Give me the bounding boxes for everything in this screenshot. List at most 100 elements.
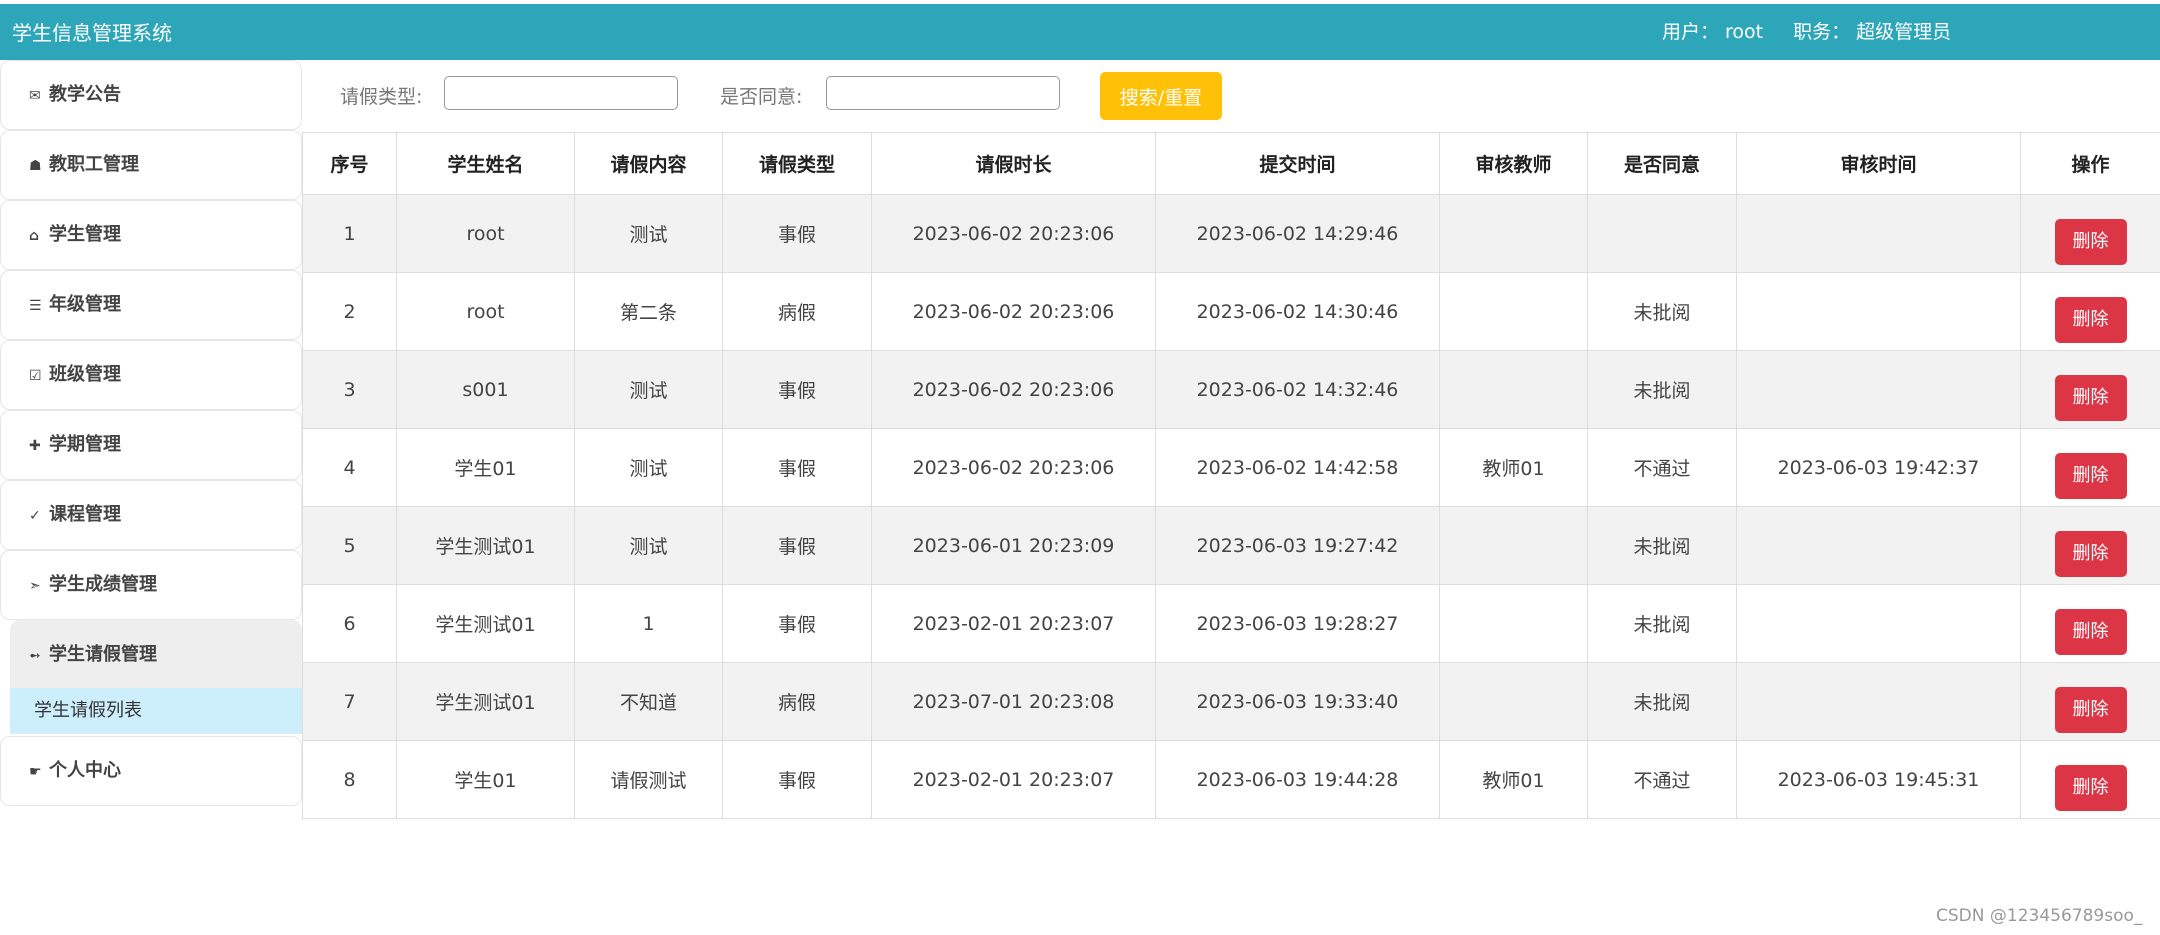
cell-review-time xyxy=(1736,584,2021,663)
cell-index: 1 xyxy=(302,194,397,273)
cell-index: 3 xyxy=(302,350,397,429)
cell-agree: 未批阅 xyxy=(1587,506,1737,585)
cell-agree: 不通过 xyxy=(1587,428,1737,507)
cell-index: 4 xyxy=(302,428,397,507)
cell-action: 删除 xyxy=(2020,506,2160,585)
leave-type-label: 请假类型: xyxy=(340,86,423,108)
table-row: 1 root 测试 事假 2023-06-02 20:23:06 2023-06… xyxy=(302,194,2160,273)
cell-index: 8 xyxy=(302,740,397,819)
cell-agree: 未批阅 xyxy=(1587,662,1737,741)
cell-student: 学生测试01 xyxy=(396,662,575,741)
sidebar-item-courses[interactable]: ✓ 课程管理 xyxy=(0,480,302,550)
cell-duration: 2023-06-02 20:23:06 xyxy=(871,194,1156,273)
cell-review-time xyxy=(1736,194,2021,273)
cell-content: 请假测试 xyxy=(574,740,723,819)
watermark: CSDN @123456789soo_ xyxy=(1936,906,2143,926)
cell-action: 删除 xyxy=(2020,428,2160,507)
cell-student: root xyxy=(396,194,575,273)
cell-teacher: 教师01 xyxy=(1439,428,1588,507)
sidebar-item-profile[interactable]: ☛ 个人中心 xyxy=(0,736,302,806)
table-row: 2 root 第二条 病假 2023-06-02 20:23:06 2023-0… xyxy=(302,272,2160,351)
delete-button[interactable]: 删除 xyxy=(2054,296,2127,343)
cell-review-time xyxy=(1736,350,2021,429)
cell-submit-time: 2023-06-03 19:33:40 xyxy=(1155,662,1440,741)
cell-content: 测试 xyxy=(574,506,723,585)
cell-type: 事假 xyxy=(722,428,872,507)
user-name: root xyxy=(1725,21,1764,43)
delete-button[interactable]: 删除 xyxy=(2054,764,2127,811)
cell-duration: 2023-02-01 20:23:07 xyxy=(871,740,1156,819)
table-row: 6 学生测试01 1 事假 2023-02-01 20:23:07 2023-0… xyxy=(302,584,2160,663)
col-header-submit-time: 提交时间 xyxy=(1155,132,1440,195)
sidebar-item-label: 教职工管理 xyxy=(49,154,139,175)
cell-action: 删除 xyxy=(2020,272,2160,351)
col-header-index: 序号 xyxy=(302,132,397,195)
table-row: 7 学生测试01 不知道 病假 2023-07-01 20:23:08 2023… xyxy=(302,662,2160,741)
leave-type-input[interactable] xyxy=(444,76,678,110)
cell-teacher xyxy=(1439,194,1588,273)
delete-button[interactable]: 删除 xyxy=(2054,686,2127,733)
house-icon: ☗ xyxy=(29,158,42,174)
cell-index: 6 xyxy=(302,584,397,663)
cell-student: s001 xyxy=(396,350,575,429)
cell-review-time: 2023-06-03 19:45:31 xyxy=(1736,740,2021,819)
cell-submit-time: 2023-06-02 14:30:46 xyxy=(1155,272,1440,351)
col-header-review-time: 审核时间 xyxy=(1736,132,2021,195)
agree-input[interactable] xyxy=(826,76,1060,110)
cell-agree xyxy=(1587,194,1737,273)
table-row: 4 学生01 测试 事假 2023-06-02 20:23:06 2023-06… xyxy=(302,428,2160,507)
cell-duration: 2023-06-02 20:23:06 xyxy=(871,272,1156,351)
app-title: 学生信息管理系统 xyxy=(12,21,172,45)
cell-type: 事假 xyxy=(722,506,872,585)
cell-review-time: 2023-06-03 19:42:37 xyxy=(1736,428,2021,507)
table-row: 5 学生测试01 测试 事假 2023-06-01 20:23:09 2023-… xyxy=(302,506,2160,585)
delete-button[interactable]: 删除 xyxy=(2054,530,2127,577)
delete-button[interactable]: 删除 xyxy=(2054,452,2127,499)
hand-icon: ☛ xyxy=(29,764,42,780)
search-bar: 请假类型: 是否同意: 搜索/重置 xyxy=(302,60,2160,132)
sidebar-item-scores[interactable]: ➣ 学生成绩管理 xyxy=(0,550,302,620)
cell-review-time xyxy=(1736,506,2021,585)
delete-button[interactable]: 删除 xyxy=(2054,608,2127,655)
sidebar-item-label: 学生成绩管理 xyxy=(49,574,157,595)
role-label: 职务： xyxy=(1793,21,1851,43)
cell-content: 测试 xyxy=(574,194,723,273)
delete-button[interactable]: 删除 xyxy=(2054,218,2127,265)
delete-button[interactable]: 删除 xyxy=(2054,374,2127,421)
sidebar-item-terms[interactable]: ✚ 学期管理 xyxy=(0,410,302,480)
sidebar-item-leave[interactable]: ➻ 学生请假管理 xyxy=(10,620,302,688)
cell-type: 病假 xyxy=(722,662,872,741)
sidebar-item-staff[interactable]: ☗ 教职工管理 xyxy=(0,130,302,200)
envelope-icon: ✉ xyxy=(29,88,41,104)
sidebar-item-announcements[interactable]: ✉ 教学公告 xyxy=(0,60,302,130)
cell-duration: 2023-06-02 20:23:06 xyxy=(871,350,1156,429)
cell-review-time xyxy=(1736,272,2021,351)
submenu-leave-list[interactable]: 学生请假列表 xyxy=(10,688,302,734)
cell-teacher xyxy=(1439,350,1588,429)
search-reset-button[interactable]: 搜索/重置 xyxy=(1100,72,1222,120)
cell-index: 7 xyxy=(302,662,397,741)
table-row: 8 学生01 请假测试 事假 2023-02-01 20:23:07 2023-… xyxy=(302,740,2160,819)
home-icon: ⌂ xyxy=(29,228,40,244)
cell-content: 测试 xyxy=(574,428,723,507)
cell-action: 删除 xyxy=(2020,740,2160,819)
cell-submit-time: 2023-06-02 14:29:46 xyxy=(1155,194,1440,273)
cell-duration: 2023-07-01 20:23:08 xyxy=(871,662,1156,741)
agree-label: 是否同意: xyxy=(720,86,803,108)
sidebar-item-grades[interactable]: ☰ 年级管理 xyxy=(0,270,302,340)
sidebar-item-label: 学生管理 xyxy=(49,224,121,245)
cell-submit-time: 2023-06-03 19:28:27 xyxy=(1155,584,1440,663)
sidebar-item-students[interactable]: ⌂ 学生管理 xyxy=(0,200,302,270)
table-row: 3 s001 测试 事假 2023-06-02 20:23:06 2023-06… xyxy=(302,350,2160,429)
cell-submit-time: 2023-06-03 19:44:28 xyxy=(1155,740,1440,819)
sidebar-item-classes[interactable]: ☑ 班级管理 xyxy=(0,340,302,410)
cell-index: 5 xyxy=(302,506,397,585)
cell-action: 删除 xyxy=(2020,662,2160,741)
cell-type: 事假 xyxy=(722,740,872,819)
cell-student: 学生测试01 xyxy=(396,506,575,585)
table-header-row: 序号 学生姓名 请假内容 请假类型 请假时长 提交时间 审核教师 是否同意 审核… xyxy=(302,132,2160,195)
sidebar-item-label: 班级管理 xyxy=(49,364,121,385)
list-icon: ☰ xyxy=(29,298,42,314)
col-header-action: 操作 xyxy=(2020,132,2160,195)
send-icon: ➣ xyxy=(29,578,41,594)
